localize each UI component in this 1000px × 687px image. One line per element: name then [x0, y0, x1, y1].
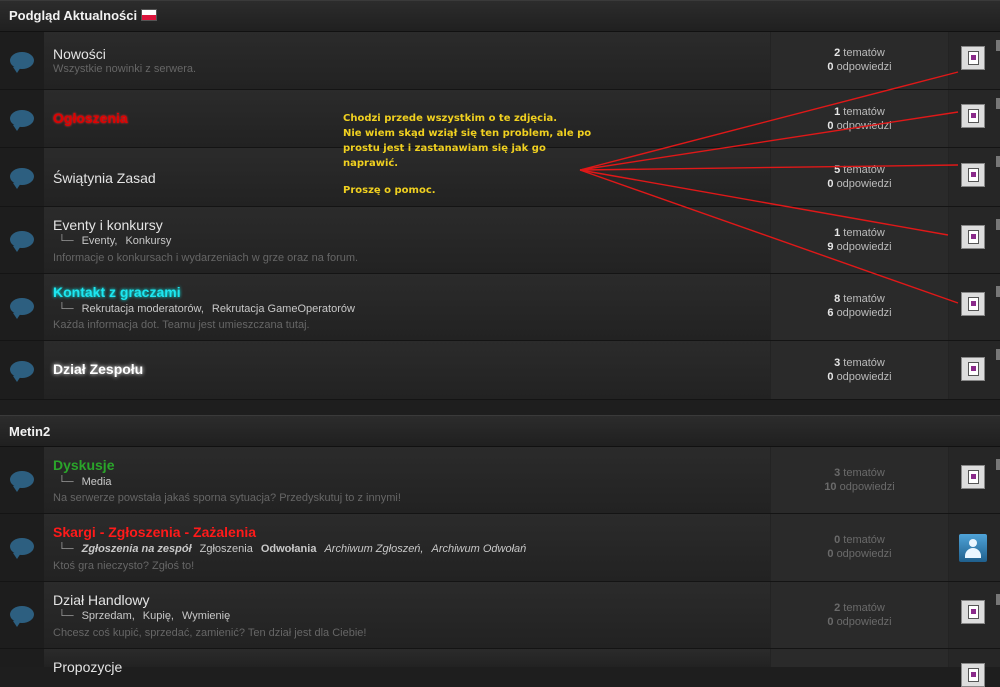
category-header-news: Podgląd Aktualności: [0, 0, 1000, 32]
subforum-link[interactable]: Kupię,: [143, 610, 174, 622]
forum-description: Każda informacja dot. Teamu jest umieszc…: [53, 319, 310, 331]
subforum-link[interactable]: Media: [82, 476, 112, 488]
subforum-link[interactable]: Zgłoszenia na zespół: [82, 543, 192, 555]
annotation-line: Proszę o pomoc.: [343, 185, 436, 196]
forum-description: Wszystkie nowinki z serwera.: [53, 63, 197, 75]
subforum-arrow-icon: └─: [58, 610, 74, 622]
speech-bubble-icon: [10, 361, 34, 382]
forum-row: Dział Zespołu 3 tematów 0 odpowiedzi: [0, 341, 1000, 400]
replies-count: 0 odpowiedzi: [827, 178, 892, 190]
replies-count: 9 odpowiedzi: [827, 241, 892, 253]
document-image-icon[interactable]: [961, 163, 985, 187]
replies-count: 0 odpowiedzi: [827, 120, 892, 132]
speech-bubble-icon: [10, 110, 34, 131]
user-avatar-icon[interactable]: [959, 534, 987, 562]
topics-count: 2 tematów: [834, 47, 885, 59]
speech-bubble-icon: [10, 231, 34, 252]
forum-row: Propozycje: [0, 649, 1000, 687]
topics-count: 8 tematów: [834, 293, 885, 305]
speech-bubble-icon: [10, 606, 34, 627]
forum-row: Kontakt z graczami └─ Rekrutacja moderato…: [0, 274, 1000, 341]
replies-count: 6 odpowiedzi: [827, 307, 892, 319]
replies-count: 0 odpowiedzi: [827, 548, 892, 560]
forum-description: Ktoś gra nieczysto? Zgłoś to!: [53, 560, 195, 572]
subforum-link[interactable]: Sprzedam,: [82, 610, 135, 622]
annotation-note: Chodzi przede wszystkim o te zdjęcia. Ni…: [343, 111, 591, 198]
forum-title[interactable]: Propozycje: [53, 659, 122, 675]
topics-count: 1 tematów: [834, 106, 885, 118]
replies-count: 0 odpowiedzi: [827, 616, 892, 628]
subforum-link[interactable]: Konkursy: [125, 235, 171, 247]
document-image-icon[interactable]: [961, 357, 985, 381]
subforum-list: └─ Eventy, Konkursy: [58, 235, 179, 247]
document-image-icon[interactable]: [961, 225, 985, 249]
document-image-icon[interactable]: [961, 292, 985, 316]
forum-description: Chcesz coś kupić, sprzedać, zamienić? Te…: [53, 627, 367, 639]
forum-row: Dział Handlowy └─ Sprzedam, Kupię, Wymienię…: [0, 582, 1000, 649]
speech-bubble-icon: [10, 168, 34, 189]
subforum-arrow-icon: └─: [58, 303, 74, 315]
forum-title[interactable]: Dział Handlowy: [53, 592, 149, 608]
forum-title[interactable]: Dyskusje: [53, 457, 114, 473]
annotation-line: prostu jest i zastanawiam się jak go: [343, 143, 546, 154]
subforum-link[interactable]: Eventy,: [82, 235, 118, 247]
subforum-arrow-icon: └─: [58, 235, 74, 247]
forum-description: Na serwerze powstała jakaś sporna sytuac…: [53, 492, 401, 504]
topics-count: 5 tematów: [834, 164, 885, 176]
subforum-link[interactable]: Odwołania: [261, 543, 317, 555]
annotation-line: naprawić.: [343, 158, 399, 169]
topics-count: 3 tematów: [834, 467, 885, 479]
subforum-link[interactable]: Zgłoszenia: [200, 543, 253, 555]
category-header-metin2: Metin2: [0, 415, 1000, 447]
topics-count: 3 tematów: [834, 357, 885, 369]
forum-title[interactable]: Eventy i konkursy: [53, 217, 163, 233]
subforum-list: └─ Media: [58, 476, 120, 488]
forum-title[interactable]: Świątynia Zasad: [53, 170, 156, 186]
replies-count: 0 odpowiedzi: [827, 61, 892, 73]
subforum-arrow-icon: └─: [58, 543, 74, 555]
forum-row: Eventy i konkursy └─ Eventy, Konkursy Info…: [0, 207, 1000, 274]
forum-title[interactable]: Dział Zespołu: [53, 361, 143, 377]
forum-title[interactable]: Nowości: [53, 46, 106, 62]
subforum-link[interactable]: Archiwum Zgłoszeń,: [324, 543, 423, 555]
forum-description: Informacje o konkursach i wydarzeniach w…: [53, 252, 359, 264]
forum-row: Dyskusje └─ Media Na serwerze powstała ja…: [0, 447, 1000, 514]
forum-row: Skargi - Zgłoszenia - Zażalenia └─ Zgłosz…: [0, 514, 1000, 582]
annotation-line: Nie wiem skąd wziął się ten problem, ale…: [343, 128, 592, 139]
forum-title[interactable]: Skargi - Zgłoszenia - Zażalenia: [53, 524, 256, 540]
subforum-list: └─ Zgłoszenia na zespół Zgłoszenia Odwołani…: [58, 543, 534, 555]
subforum-link[interactable]: Rekrutacja moderatorów,: [82, 303, 204, 315]
forum-title[interactable]: Ogłoszenia: [53, 110, 128, 126]
replies-count: 0 odpowiedzi: [827, 371, 892, 383]
document-image-icon[interactable]: [961, 600, 985, 624]
topics-count: 2 tematów: [834, 602, 885, 614]
subforum-link[interactable]: Wymienię: [182, 610, 230, 622]
subforum-list: └─ Sprzedam, Kupię, Wymienię: [58, 610, 238, 622]
speech-bubble-icon: [10, 52, 34, 73]
speech-bubble-icon: [10, 298, 34, 319]
speech-bubble-icon: [10, 538, 34, 559]
topics-count: 1 tematów: [834, 227, 885, 239]
document-image-icon[interactable]: [961, 104, 985, 128]
forum-row: Nowości Wszystkie nowinki z serwera. 2 t…: [0, 32, 1000, 90]
annotation-line: Chodzi przede wszystkim o te zdjęcia.: [343, 113, 558, 124]
category-title[interactable]: Podgląd Aktualności: [9, 8, 158, 23]
speech-bubble-icon: [10, 471, 34, 492]
subforum-arrow-icon: └─: [58, 476, 74, 488]
topics-count: 0 tematów: [834, 534, 885, 546]
annotation-line: [343, 171, 591, 183]
document-image-icon[interactable]: [961, 46, 985, 70]
forum-title[interactable]: Kontakt z graczami: [53, 284, 181, 300]
document-image-icon[interactable]: [961, 465, 985, 489]
poland-flag-icon: [141, 9, 158, 21]
subforum-link[interactable]: Archiwum Odwołań: [432, 543, 527, 555]
replies-count: 10 odpowiedzi: [824, 481, 895, 493]
subforum-link[interactable]: Rekrutacja GameOperatorów: [212, 303, 355, 315]
category-title[interactable]: Metin2: [9, 424, 50, 439]
subforum-list: └─ Rekrutacja moderatorów, Rekrutacja Game…: [58, 303, 363, 315]
